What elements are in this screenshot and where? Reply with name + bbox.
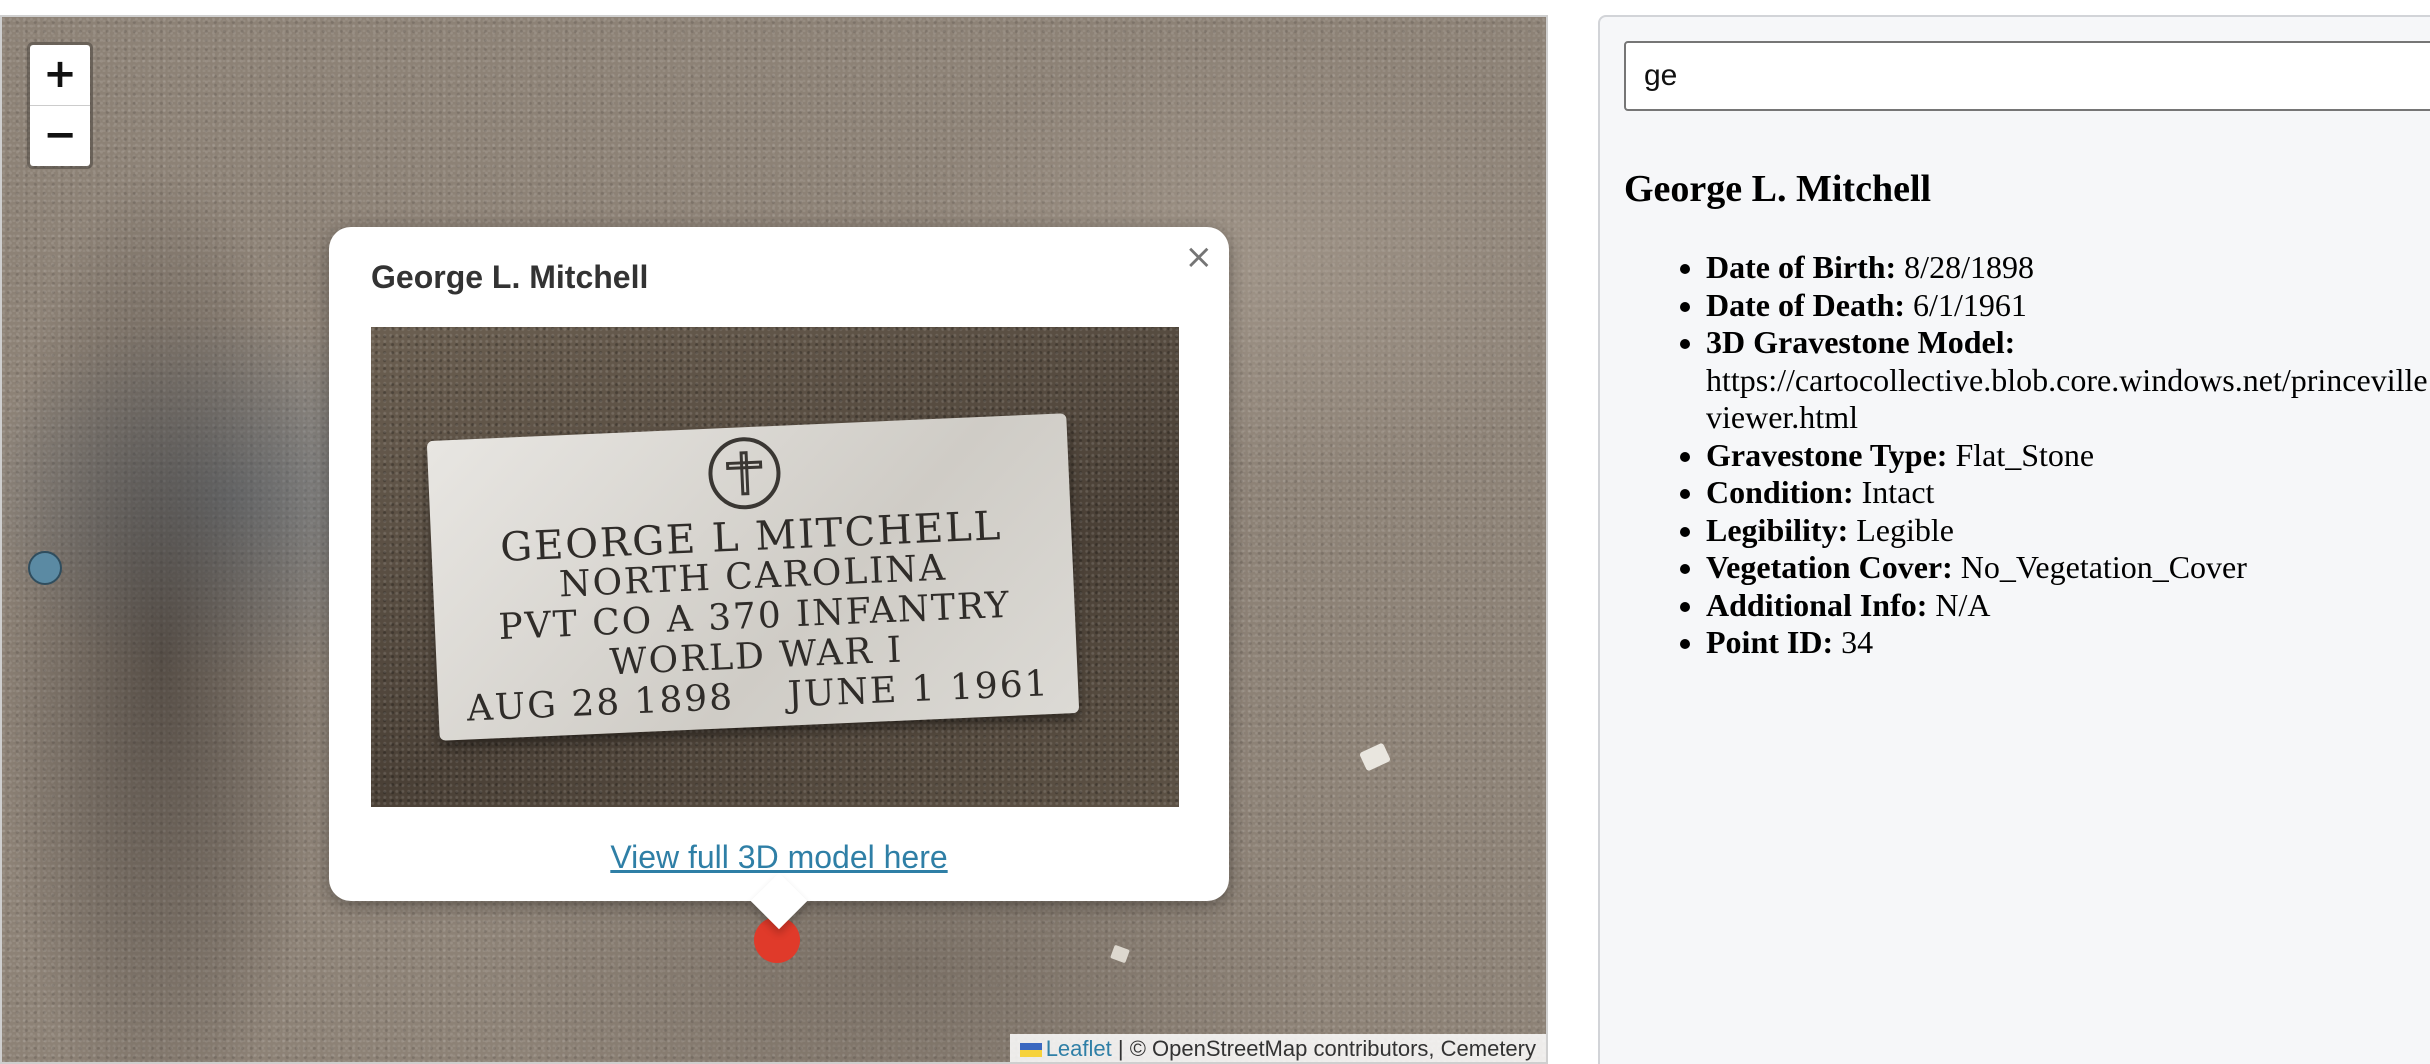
record-details-list: Date of Birth: 8/28/1898 Date of Death: … bbox=[1680, 249, 2430, 662]
stone-inscription: GEORGE L MITCHELL NORTH CAROLINA PVT CO … bbox=[431, 503, 1079, 731]
attribution-text: © OpenStreetMap contributors, Cemetery bbox=[1129, 1036, 1536, 1061]
detail-value: 6/1/1961 bbox=[1913, 286, 2027, 323]
view-3d-model-link[interactable]: View full 3D model here bbox=[329, 839, 1229, 876]
detail-date-of-birth: Date of Birth: 8/28/1898 bbox=[1706, 249, 2430, 287]
detail-key: 3D Gravestone Model: bbox=[1706, 324, 2016, 360]
marker-popup: × George L. Mitchell GEORGE L MITCHELL N… bbox=[329, 227, 1229, 930]
detail-value: No_Vegetation_Cover bbox=[1960, 549, 2247, 585]
zoom-control: + − bbox=[27, 42, 93, 169]
detail-value: 8/28/1898 bbox=[1904, 249, 2034, 285]
detail-key: Point ID: bbox=[1706, 624, 1834, 660]
popup-title: George L. Mitchell bbox=[371, 259, 649, 295]
detail-value: https://cartocollective.blob.core.window… bbox=[1706, 361, 2428, 398]
detail-value: N/A bbox=[1935, 586, 1991, 623]
detail-legibility: Legibility: Legible bbox=[1706, 512, 2430, 550]
details-sidebar: George L. Mitchell Date of Birth: 8/28/1… bbox=[1598, 15, 2430, 1064]
detail-key: Vegetation Cover: bbox=[1706, 549, 1953, 585]
search-input[interactable] bbox=[1624, 41, 2430, 111]
ground-debris bbox=[1358, 742, 1392, 772]
detail-date-of-death: Date of Death: 6/1/1961 bbox=[1706, 287, 2430, 325]
detail-key: Date of Birth: bbox=[1706, 249, 1897, 285]
popup-tip bbox=[750, 872, 808, 930]
detail-key: Legibility: bbox=[1706, 511, 1849, 548]
leaflet-link[interactable]: Leaflet bbox=[1046, 1036, 1112, 1061]
gravestone-marker[interactable] bbox=[28, 551, 62, 585]
zoom-in-button[interactable]: + bbox=[30, 45, 90, 105]
detail-key: Gravestone Type: bbox=[1706, 436, 1948, 473]
detail-value: 34 bbox=[1841, 624, 1874, 660]
detail-value: Legible bbox=[1856, 511, 1954, 548]
record-title: George L. Mitchell bbox=[1624, 168, 1932, 210]
detail-key: Condition: bbox=[1706, 474, 1854, 510]
gravestone-photo: GEORGE L MITCHELL NORTH CAROLINA PVT CO … bbox=[371, 327, 1179, 807]
detail-additional-info: Additional Info: N/A bbox=[1706, 587, 2430, 625]
cross-emblem-icon bbox=[706, 435, 783, 511]
map-view[interactable]: + − × George L. Mitchell GEORGE L MITCHE… bbox=[0, 15, 1548, 1064]
attribution-separator: | bbox=[1117, 1036, 1124, 1061]
zoom-out-button[interactable]: − bbox=[30, 105, 90, 166]
detail-gravestone-type: Gravestone Type: Flat_Stone bbox=[1706, 437, 2430, 475]
popup-close-button[interactable]: × bbox=[1185, 237, 1214, 277]
detail-value: Flat_Stone bbox=[1955, 436, 2095, 473]
gravestone-stone: GEORGE L MITCHELL NORTH CAROLINA PVT CO … bbox=[426, 413, 1080, 741]
detail-value-continued: viewer.html bbox=[1706, 399, 1858, 435]
detail-key: Additional Info: bbox=[1706, 586, 1928, 623]
detail-condition: Condition: Intact bbox=[1706, 474, 2430, 512]
detail-value: Intact bbox=[1861, 474, 1935, 510]
ukraine-flag-icon bbox=[1019, 1043, 1042, 1058]
detail-vegetation-cover: Vegetation Cover: No_Vegetation_Cover bbox=[1706, 549, 2430, 587]
detail-key: Date of Death: bbox=[1706, 286, 1906, 323]
detail-3d-model: 3D Gravestone Model: https://cartocollec… bbox=[1706, 324, 2430, 437]
map-attribution: Leaflet | © OpenStreetMap contributors, … bbox=[1009, 1034, 1546, 1062]
detail-point-id: Point ID: 34 bbox=[1706, 624, 2430, 662]
ground-debris bbox=[1110, 944, 1130, 964]
